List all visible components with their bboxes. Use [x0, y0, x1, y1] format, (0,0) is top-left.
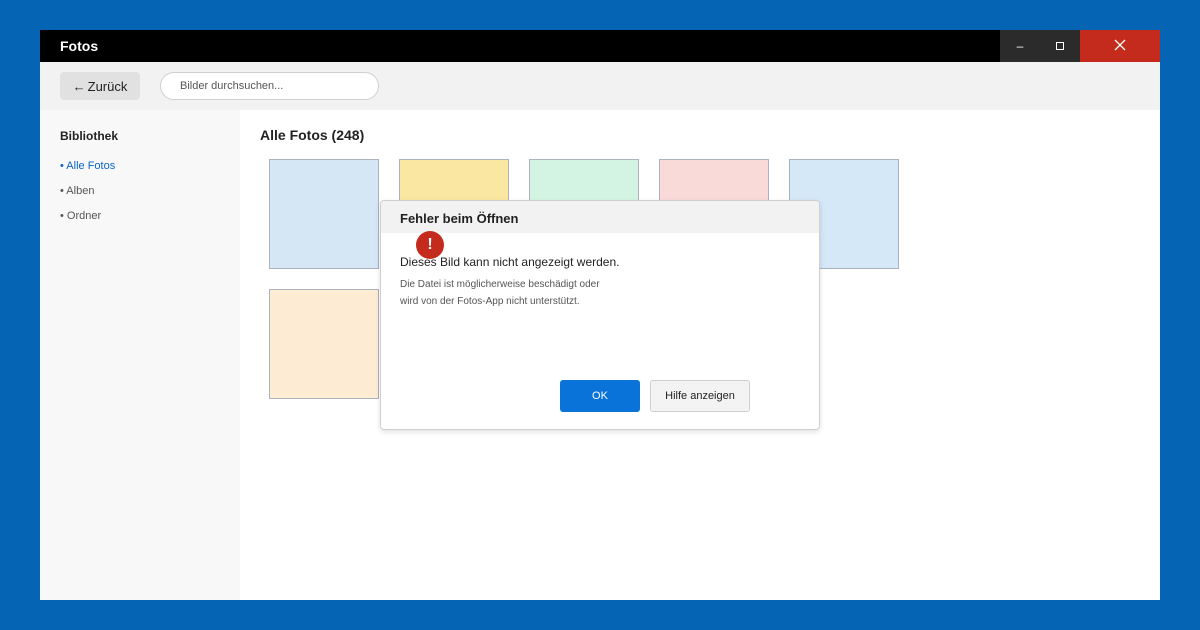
help-button[interactable]: Hilfe anzeigen — [650, 380, 750, 412]
sidebar-item-alben[interactable]: • Alben — [60, 185, 94, 197]
ok-button[interactable]: OK — [560, 380, 640, 412]
photo-thumbnail[interactable] — [269, 159, 379, 269]
error-detail-line: Die Datei ist möglicherweise beschädigt … — [400, 279, 600, 290]
error-icon: ! — [416, 231, 444, 259]
arrow-left-icon: ← — [72, 78, 86, 94]
error-detail-line: wird von der Fotos-App nicht unterstützt… — [400, 296, 580, 307]
sidebar-title: Bibliothek — [60, 129, 119, 143]
sidebar-item-alle-fotos[interactable]: • Alle Fotos — [60, 160, 115, 172]
maximize-button[interactable] — [1040, 30, 1080, 62]
back-button[interactable]: ← Zurück — [60, 72, 140, 100]
maximize-icon — [1056, 39, 1064, 53]
close-icon — [1114, 39, 1126, 54]
toolbar: ← Zurück — [40, 62, 1160, 110]
minimize-button[interactable]: – — [1000, 30, 1040, 62]
minimize-icon: – — [1016, 39, 1024, 53]
sidebar-item-ordner[interactable]: • Ordner — [60, 210, 101, 222]
photo-thumbnail[interactable] — [269, 289, 379, 399]
page-title: Alle Fotos (248) — [260, 127, 365, 143]
title-bar: Fotos – — [40, 30, 1160, 62]
error-detail: Die Datei ist möglicherweise beschädigt … — [400, 276, 600, 310]
search-input[interactable] — [160, 72, 379, 100]
back-button-label: Zurück — [87, 78, 128, 94]
photos-window: Fotos – ← Zurück Bibliothek • Alle Fotos… — [40, 30, 1160, 600]
sidebar: Bibliothek • Alle Fotos • Alben • Ordner — [40, 110, 240, 600]
dialog-title: Fehler beim Öffnen — [400, 211, 519, 226]
dialog-header: Fehler beim Öffnen — [381, 201, 819, 233]
close-button[interactable] — [1080, 30, 1160, 62]
error-dialog: Fehler beim Öffnen Dieses Bild kann nich… — [380, 200, 820, 430]
window-title: Fotos — [60, 38, 99, 54]
